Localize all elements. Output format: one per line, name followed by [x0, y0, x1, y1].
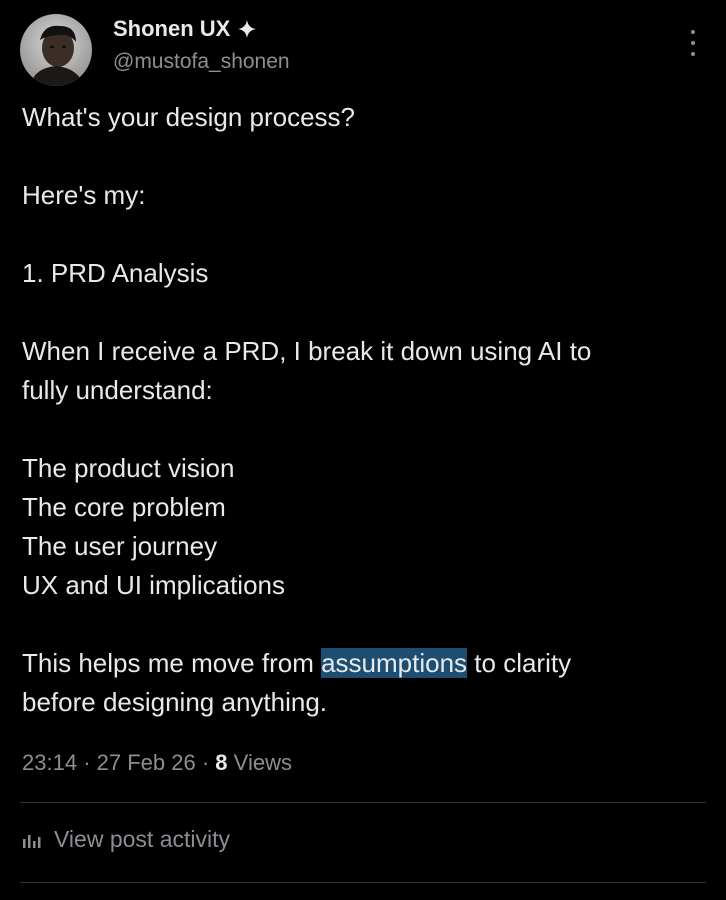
post-line: before designing anything.	[22, 687, 328, 717]
post-line: fully understand:	[22, 375, 213, 405]
post-line: The user journey	[22, 531, 218, 561]
post-text: What's your design process? Here's my: 1…	[22, 98, 712, 722]
more-options-icon[interactable]	[688, 30, 698, 56]
view-post-activity-button[interactable]: View post activity	[22, 826, 230, 853]
post-header: Shonen UX @mustofa_shonen	[20, 12, 706, 86]
post-line: When I receive a PRD, I break it down us…	[22, 336, 592, 366]
views-label: Views	[233, 750, 292, 775]
meta-separator: ·	[83, 750, 97, 775]
post-line: UX and UI implications	[22, 570, 285, 600]
post-line: Here's my:	[22, 180, 146, 210]
post-line: The product vision	[22, 453, 235, 483]
avatar-image	[20, 14, 92, 86]
post-line-final: This helps me move from assumptions to c…	[22, 644, 712, 683]
sparkle-icon	[238, 20, 257, 38]
avatar[interactable]	[20, 14, 92, 86]
divider	[20, 802, 706, 803]
view-post-activity-label: View post activity	[54, 826, 230, 852]
views-count: 8	[215, 750, 228, 775]
highlighted-text-selection[interactable]: assumptions	[321, 648, 468, 678]
post-line: What's your design process?	[22, 102, 356, 132]
bar-chart-icon	[23, 834, 41, 848]
post-time[interactable]: 23:14	[22, 750, 77, 775]
author-name[interactable]: Shonen UX	[113, 16, 230, 42]
author-block[interactable]: Shonen UX @mustofa_shonen	[113, 16, 290, 74]
post-text-segment: This helps me move from	[22, 648, 322, 678]
post-date[interactable]: 27 Feb 26	[97, 750, 196, 775]
meta-separator: ·	[201, 750, 216, 775]
post-text-segment: to clarity	[467, 648, 572, 678]
post-line: 1. PRD Analysis	[22, 258, 209, 288]
post-meta: 23:14 · 27 Feb 26 · 8 Views	[22, 750, 292, 776]
author-handle[interactable]: @mustofa_shonen	[113, 50, 290, 74]
post-line: The core problem	[22, 492, 226, 522]
divider	[20, 882, 706, 883]
